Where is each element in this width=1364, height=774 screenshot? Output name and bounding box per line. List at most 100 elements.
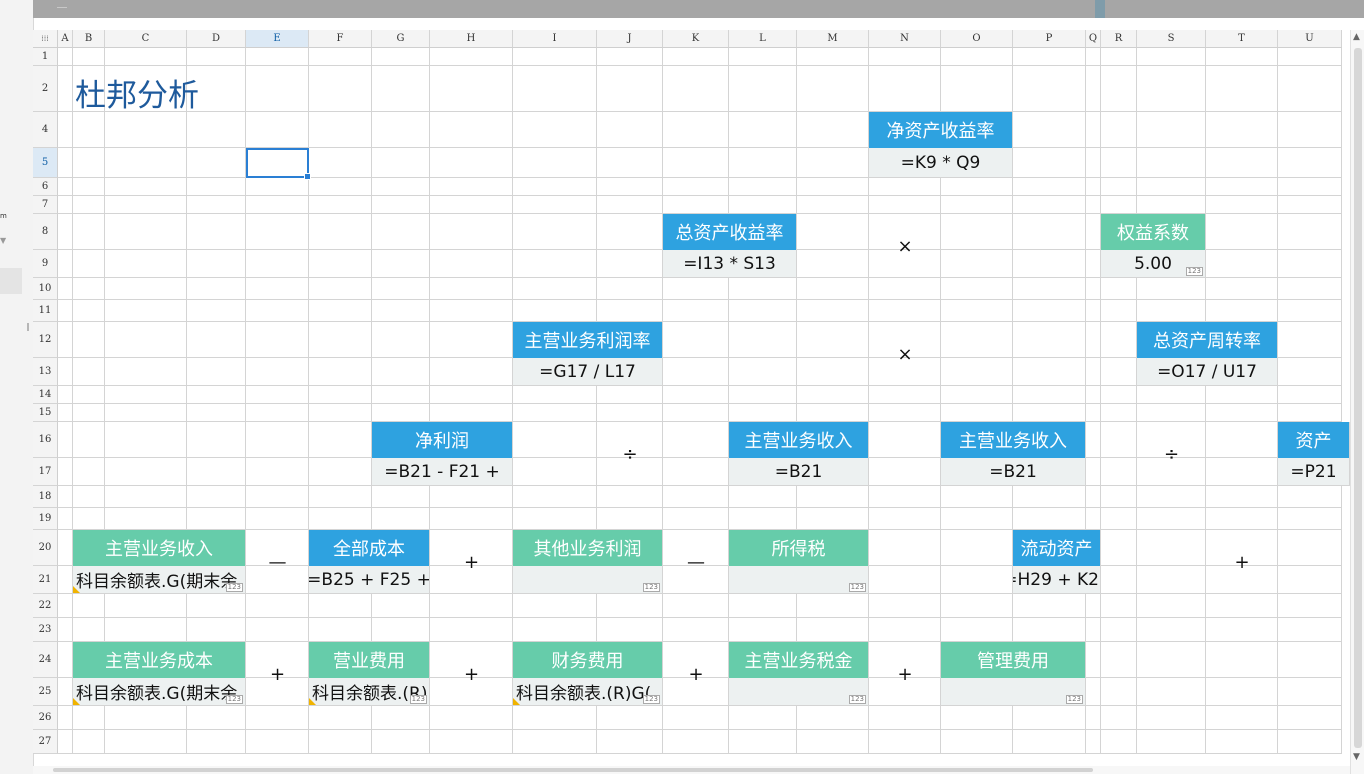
grid-cell[interactable] [597, 618, 663, 642]
grid-cell[interactable] [1013, 486, 1086, 508]
grid-cell[interactable] [1013, 278, 1086, 300]
grid-cell[interactable] [58, 322, 73, 358]
grid-cell[interactable] [187, 386, 246, 404]
grid-cell[interactable] [663, 386, 729, 404]
grid-cell[interactable] [941, 508, 1013, 530]
grid-cell[interactable] [1206, 458, 1278, 486]
grid-cell[interactable] [1137, 66, 1206, 112]
grid-cell[interactable] [73, 112, 105, 148]
column-header-a[interactable]: A [58, 30, 73, 48]
other-profit-value-cell[interactable]: 123 [513, 566, 663, 594]
grid-cell[interactable] [941, 594, 1013, 618]
grid-cell[interactable] [372, 278, 430, 300]
grid-cell[interactable] [513, 508, 597, 530]
grid-cell[interactable] [187, 486, 246, 508]
grid-cell[interactable] [372, 148, 430, 178]
grid-cell[interactable] [729, 486, 797, 508]
grid-cell[interactable] [663, 66, 729, 112]
business-tax-value-cell[interactable]: 123 [729, 678, 869, 706]
grid-cell[interactable] [597, 196, 663, 214]
grid-cell[interactable] [941, 618, 1013, 642]
main-revenue-value-cell[interactable]: 科目余额表.G(期末余 123 [73, 566, 246, 594]
grid-cell[interactable] [513, 618, 597, 642]
grid-cell[interactable] [869, 508, 941, 530]
grid-cell[interactable] [372, 730, 430, 754]
grid-cell[interactable] [797, 594, 869, 618]
grid-cell[interactable] [1206, 618, 1278, 642]
grid-cell[interactable] [187, 594, 246, 618]
grid-cell[interactable] [1086, 112, 1101, 148]
column-header-i[interactable]: I [513, 30, 597, 48]
grid-cell[interactable] [1206, 404, 1278, 422]
grid-cell[interactable] [663, 278, 729, 300]
grid-cell[interactable] [797, 358, 869, 386]
grid-cell[interactable] [309, 48, 372, 66]
grid-cell[interactable] [729, 300, 797, 322]
row-header-21[interactable]: 21 [33, 566, 58, 594]
grid-cell[interactable] [1101, 706, 1137, 730]
grid-cell[interactable] [372, 178, 430, 196]
grid-cell[interactable] [663, 112, 729, 148]
grid-cell[interactable] [729, 594, 797, 618]
row-header-14[interactable]: 14 [33, 386, 58, 404]
resize-handle-icon[interactable]: ‖ [26, 322, 30, 331]
grid-cell[interactable] [729, 196, 797, 214]
asset-turnover-value-cell[interactable]: =O17 / U17 [1137, 358, 1278, 386]
grid-cell[interactable] [941, 178, 1013, 196]
grid-cell[interactable] [1013, 214, 1086, 250]
grid-cell[interactable] [246, 508, 309, 530]
grid-cell[interactable] [105, 112, 187, 148]
grid-cell[interactable] [73, 458, 105, 486]
grid-cell[interactable] [729, 112, 797, 148]
grid-cell[interactable] [1086, 148, 1101, 178]
grid-cell[interactable] [58, 386, 73, 404]
row-header-5[interactable]: 5 [33, 148, 58, 178]
grid-cell[interactable] [1013, 508, 1086, 530]
grid-cell[interactable] [430, 358, 513, 386]
grid-cell[interactable] [58, 642, 73, 678]
grid-cell[interactable] [58, 178, 73, 196]
grid-cell[interactable] [105, 278, 187, 300]
grid-cell[interactable] [663, 322, 729, 358]
grid-cell[interactable] [513, 594, 597, 618]
grid-cell[interactable] [1086, 196, 1101, 214]
row-header-20[interactable]: 20 [33, 530, 58, 566]
grid-cell[interactable] [797, 618, 869, 642]
grid-cell[interactable] [1278, 196, 1342, 214]
grid-cell[interactable] [869, 594, 941, 618]
grid-cell[interactable] [597, 250, 663, 278]
grid-cell[interactable] [597, 112, 663, 148]
column-header-d[interactable]: D [187, 30, 246, 48]
grid-cell[interactable] [1278, 730, 1342, 754]
grid-cell[interactable] [797, 404, 869, 422]
grid-cell[interactable] [513, 66, 597, 112]
grid-cell[interactable] [729, 48, 797, 66]
grid-cell[interactable] [1013, 178, 1086, 196]
grid-cell[interactable] [430, 508, 513, 530]
grid-cell[interactable] [73, 594, 105, 618]
grid-cell[interactable] [797, 706, 869, 730]
grid-cell[interactable] [869, 48, 941, 66]
grid-cell[interactable] [1206, 250, 1278, 278]
grid-cell[interactable] [1278, 706, 1342, 730]
grid-cell[interactable] [663, 300, 729, 322]
grid-cell[interactable] [58, 706, 73, 730]
row-header-25[interactable]: 25 [33, 678, 58, 706]
grid-cell[interactable] [1013, 322, 1086, 358]
grid-cell[interactable] [797, 730, 869, 754]
grid-cell[interactable] [513, 196, 597, 214]
grid-cell[interactable] [597, 730, 663, 754]
grid-cell[interactable] [1101, 278, 1137, 300]
grid-cell[interactable] [1137, 112, 1206, 148]
grid-cell[interactable] [797, 214, 869, 250]
grid-cell[interactable] [246, 358, 309, 386]
grid-cell[interactable] [430, 300, 513, 322]
grid-cell[interactable] [58, 594, 73, 618]
grid-cell[interactable] [1086, 386, 1101, 404]
column-header-l[interactable]: L [729, 30, 797, 48]
grid-cell[interactable] [1278, 530, 1342, 566]
grid-cell[interactable] [1101, 178, 1137, 196]
vertical-scroll-thumb[interactable] [1354, 48, 1362, 748]
grid-cell[interactable] [1101, 642, 1137, 678]
grid-cell[interactable] [187, 196, 246, 214]
